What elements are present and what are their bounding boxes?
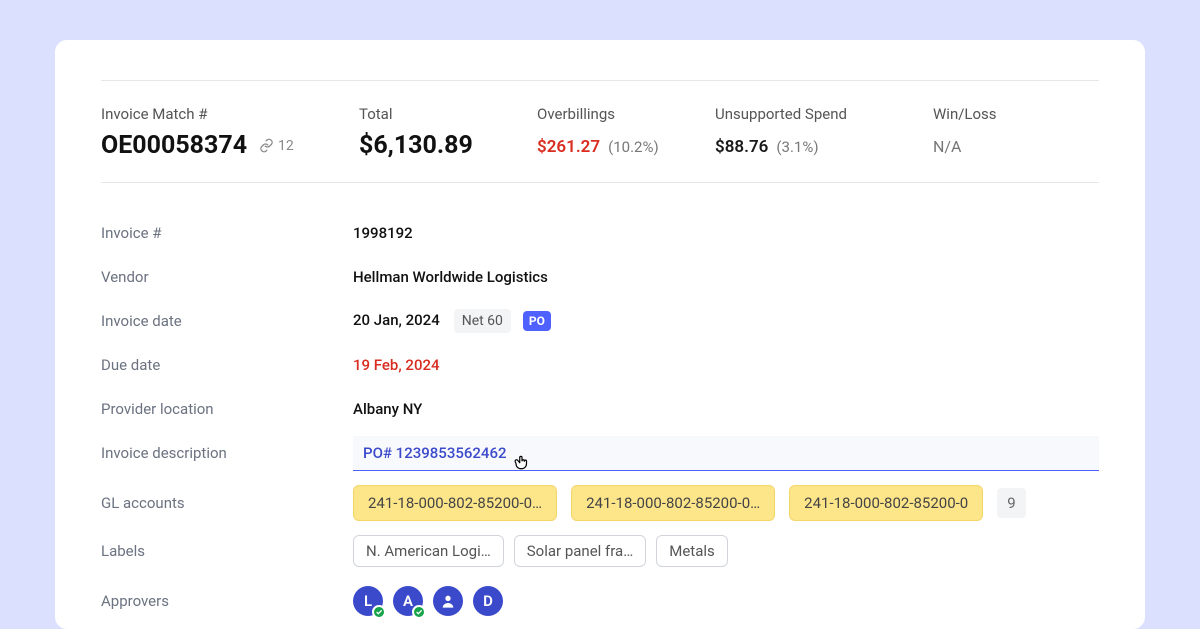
approver-avatar[interactable]: D — [473, 586, 503, 616]
total-label: Total — [359, 105, 499, 123]
winloss-label: Win/Loss — [933, 105, 1073, 123]
details-section: Invoice # 1998192 Vendor Hellman Worldwi… — [101, 183, 1099, 623]
invoice-number-value: 1998192 — [353, 224, 413, 242]
unsupported-value: $88.76 — [715, 137, 768, 157]
gl-accounts-row: GL accounts 241-18-000-802-85200-0… 241-… — [101, 481, 1099, 525]
labels-label: Labels — [101, 542, 353, 560]
invoice-detail-card: Invoice Match # OE00058374 12 Total $6,1… — [55, 40, 1145, 629]
approvers-label: Approvers — [101, 592, 353, 610]
overbillings-block: Overbillings $261.27 (10.2%) — [537, 105, 677, 160]
provider-location-value: Albany NY — [353, 400, 422, 418]
check-icon — [372, 605, 386, 619]
vendor-value: Hellman Worldwide Logistics — [353, 268, 548, 286]
gl-account-chip[interactable]: 241-18-000-802-85200-0… — [353, 485, 557, 521]
approver-avatar[interactable]: L — [353, 586, 383, 616]
invoice-date-row: Invoice date 20 Jan, 2024 Net 60 PO — [101, 299, 1099, 343]
gl-account-chip[interactable]: 241-18-000-802-85200-0… — [571, 485, 775, 521]
overbillings-pct: (10.2%) — [608, 138, 659, 156]
description-input[interactable]: PO# 1239853562462 — [353, 436, 1099, 471]
gl-accounts-label: GL accounts — [101, 494, 353, 512]
unsupported-spend-block: Unsupported Spend $88.76 (3.1%) — [715, 105, 895, 160]
description-row: Invoice description PO# 1239853562462 — [101, 431, 1099, 475]
total-block: Total $6,130.89 — [359, 105, 499, 160]
po-badge: PO — [523, 311, 551, 331]
linked-count-badge[interactable]: 12 — [259, 138, 294, 154]
check-icon — [412, 605, 426, 619]
provider-location-row: Provider location Albany NY — [101, 387, 1099, 431]
labels-row: Labels N. American Logi… Solar panel fra… — [101, 529, 1099, 573]
gl-account-chip[interactable]: 241-18-000-802-85200-0 — [789, 485, 983, 521]
gl-more-count[interactable]: 9 — [997, 488, 1025, 518]
label-chip[interactable]: Metals — [656, 535, 728, 567]
winloss-block: Win/Loss N/A — [933, 105, 1073, 160]
provider-location-label: Provider location — [101, 400, 353, 418]
net-terms-badge: Net 60 — [454, 309, 511, 333]
approvers-row: Approvers L A D — [101, 579, 1099, 623]
link-icon — [259, 138, 274, 153]
invoice-date-label: Invoice date — [101, 312, 353, 330]
invoice-number-row: Invoice # 1998192 — [101, 211, 1099, 255]
due-date-value: 19 Feb, 2024 — [353, 356, 440, 374]
label-chip[interactable]: N. American Logi… — [353, 535, 504, 567]
due-date-label: Due date — [101, 356, 353, 374]
vendor-label: Vendor — [101, 268, 353, 286]
invoice-number-label: Invoice # — [101, 224, 353, 242]
winloss-value: N/A — [933, 137, 961, 156]
label-chip[interactable]: Solar panel fra… — [514, 535, 646, 567]
po-number-link[interactable]: PO# 1239853562462 — [363, 444, 507, 462]
vendor-row: Vendor Hellman Worldwide Logistics — [101, 255, 1099, 299]
approver-avatar[interactable]: A — [393, 586, 423, 616]
invoice-date-value: 20 Jan, 2024 — [353, 311, 440, 329]
overbillings-value: $261.27 — [537, 137, 600, 157]
invoice-match-number: OE00058374 12 — [101, 131, 321, 160]
due-date-row: Due date 19 Feb, 2024 — [101, 343, 1099, 387]
total-value: $6,130.89 — [359, 131, 499, 160]
invoice-match-label: Invoice Match # — [101, 105, 321, 123]
approver-avatar[interactable] — [433, 586, 463, 616]
summary-row: Invoice Match # OE00058374 12 Total $6,1… — [101, 80, 1099, 183]
overbillings-label: Overbillings — [537, 105, 677, 123]
description-label: Invoice description — [101, 444, 353, 462]
unsupported-label: Unsupported Spend — [715, 105, 895, 123]
person-icon — [440, 593, 456, 609]
unsupported-pct: (3.1%) — [776, 138, 818, 156]
invoice-match-block: Invoice Match # OE00058374 12 — [101, 105, 321, 160]
